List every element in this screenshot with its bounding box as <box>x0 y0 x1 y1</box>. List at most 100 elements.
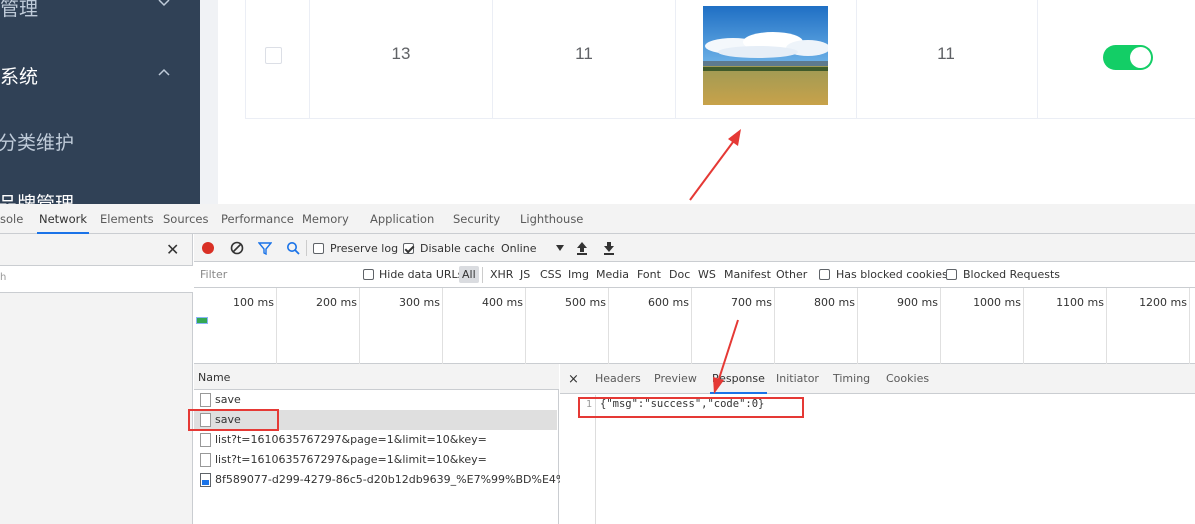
tab-initiator[interactable]: Initiator <box>776 364 819 394</box>
filter-type-other[interactable]: Other <box>776 268 807 281</box>
download-icon[interactable] <box>603 241 615 255</box>
tick-line <box>1106 288 1107 364</box>
devtools-panel: sole Network Elements Sources Performanc… <box>0 204 1195 524</box>
brand-logo-image <box>703 6 828 105</box>
tab-elements[interactable]: Elements <box>100 204 154 234</box>
tab-preview[interactable]: Preview <box>654 364 697 394</box>
clear-icon[interactable] <box>230 241 244 255</box>
table-row: 13 11 11 <box>245 0 1195 119</box>
request-list: Name save save list?t=1610635767297&page… <box>194 364 592 524</box>
chevron-down-icon <box>158 0 170 7</box>
upload-icon[interactable] <box>576 241 588 255</box>
tab-lighthouse[interactable]: Lighthouse <box>520 204 583 234</box>
tab-performance[interactable]: Performance <box>221 204 294 234</box>
tick-line <box>857 288 858 364</box>
tab-application[interactable]: Application <box>370 204 434 234</box>
tab-security[interactable]: Security <box>453 204 500 234</box>
filter-bar: Filter Hide data URLs All XHR JS CSS Img… <box>194 262 1195 288</box>
dropdown-arrow-icon <box>556 245 564 251</box>
tick-label: 800 ms <box>814 296 855 309</box>
filter-type-ws[interactable]: WS <box>698 268 716 281</box>
filter-type-css[interactable]: CSS <box>540 268 562 281</box>
tab-timing[interactable]: Timing <box>833 364 870 394</box>
blocked-requests-checkbox[interactable] <box>946 269 957 280</box>
timeline-overview[interactable]: 100 ms 200 ms 300 ms 400 ms 500 ms 600 m… <box>194 288 1195 364</box>
blocked-cookies-label: Has blocked cookies <box>836 268 948 281</box>
sidebar-item-product-system[interactable]: 品系统 <box>0 62 200 92</box>
request-row[interactable]: 8f589077-d299-4279-86c5-d20b12db9639_%E7… <box>194 470 592 490</box>
filter-type-manifest[interactable]: Manifest <box>724 268 771 281</box>
document-icon <box>200 393 211 407</box>
column-name-header: Name <box>198 371 231 384</box>
request-row[interactable]: list?t=1610635767297&page=1&limit=10&key… <box>194 430 557 450</box>
cell-divider <box>856 0 857 119</box>
disable-cache-checkbox[interactable] <box>403 243 414 254</box>
request-list-header[interactable]: Name <box>194 364 559 390</box>
devtools-tabs: sole Network Elements Sources Performanc… <box>0 204 1195 234</box>
tick-line <box>940 288 941 364</box>
filter-type-font[interactable]: Font <box>637 268 661 281</box>
waterfall-bar <box>196 317 208 324</box>
request-row[interactable]: save <box>194 390 557 410</box>
sidebar-item-management[interactable]: 台管理 <box>0 0 200 24</box>
request-name: save <box>215 393 241 406</box>
cell-divider <box>492 0 493 119</box>
blocked-requests-label: Blocked Requests <box>963 268 1061 281</box>
detail-tabs: × Headers Preview Response Initiator Tim… <box>560 364 1195 394</box>
tick-line <box>1023 288 1024 364</box>
tab-console[interactable]: sole <box>0 204 23 234</box>
tick-line <box>1189 288 1190 364</box>
filter-type-xhr[interactable]: XHR <box>490 268 513 281</box>
tick-line <box>442 288 443 364</box>
sidebar-item-label: 品系统 <box>0 66 39 88</box>
search-icon[interactable] <box>286 241 300 255</box>
filter-type-img[interactable]: Img <box>568 268 589 281</box>
tab-memory[interactable]: Memory <box>302 204 349 234</box>
close-icon[interactable]: ✕ <box>166 240 179 259</box>
sidebar-item-brand[interactable]: 品牌管理 <box>0 189 200 204</box>
filter-type-js[interactable]: JS <box>520 268 530 281</box>
cell-divider <box>1037 0 1038 119</box>
request-name: list?t=1610635767297&page=1&limit=10&key… <box>215 433 487 446</box>
request-name: list?t=1610635767297&page=1&limit=10&key… <box>215 453 487 466</box>
divider <box>482 267 483 283</box>
cell-value: 11 <box>575 44 593 63</box>
tab-headers[interactable]: Headers <box>595 364 641 394</box>
tick-line <box>691 288 692 364</box>
status-toggle[interactable] <box>1103 45 1153 70</box>
filter-icon[interactable] <box>258 241 272 255</box>
tick-line <box>608 288 609 364</box>
filter-input[interactable]: Filter <box>200 268 227 281</box>
filter-type-all[interactable]: All <box>459 266 479 283</box>
request-row[interactable]: list?t=1610635767297&page=1&limit=10&key… <box>194 450 557 470</box>
filter-type-doc[interactable]: Doc <box>669 268 690 281</box>
tick-label: 200 ms <box>316 296 357 309</box>
sidebar-item-label: 品牌管理 <box>0 193 75 204</box>
tick-line <box>774 288 775 364</box>
row-checkbox[interactable] <box>265 47 282 64</box>
tab-network[interactable]: Network <box>36 204 90 234</box>
tab-response[interactable]: Response <box>710 364 767 394</box>
close-detail-icon[interactable]: × <box>568 372 579 387</box>
tab-sources[interactable]: Sources <box>163 204 209 234</box>
throttle-select[interactable]: Online <box>494 237 568 258</box>
preserve-log-checkbox[interactable] <box>313 243 324 254</box>
document-icon <box>200 453 211 467</box>
blocked-cookies-checkbox[interactable] <box>819 269 830 280</box>
hide-data-urls-checkbox[interactable] <box>363 269 374 280</box>
tick-label: 600 ms <box>648 296 689 309</box>
search-input[interactable]: h <box>0 265 193 293</box>
preserve-log-label: Preserve log <box>330 242 399 255</box>
chevron-up-icon <box>158 68 170 76</box>
tick-line <box>276 288 277 364</box>
cell-sort: 11 <box>937 44 955 63</box>
annotation-highlight-response <box>578 397 804 418</box>
tab-cookies[interactable]: Cookies <box>886 364 929 394</box>
tick-label: 1200 ms <box>1139 296 1187 309</box>
record-icon[interactable] <box>201 241 215 255</box>
filter-type-media[interactable]: Media <box>596 268 629 281</box>
tick-label: 900 ms <box>897 296 938 309</box>
sidebar-item-category[interactable]: 分类维护 <box>0 128 200 158</box>
sidebar-item-label: 台管理 <box>0 0 39 20</box>
sidebar-item-label: 分类维护 <box>0 132 75 154</box>
